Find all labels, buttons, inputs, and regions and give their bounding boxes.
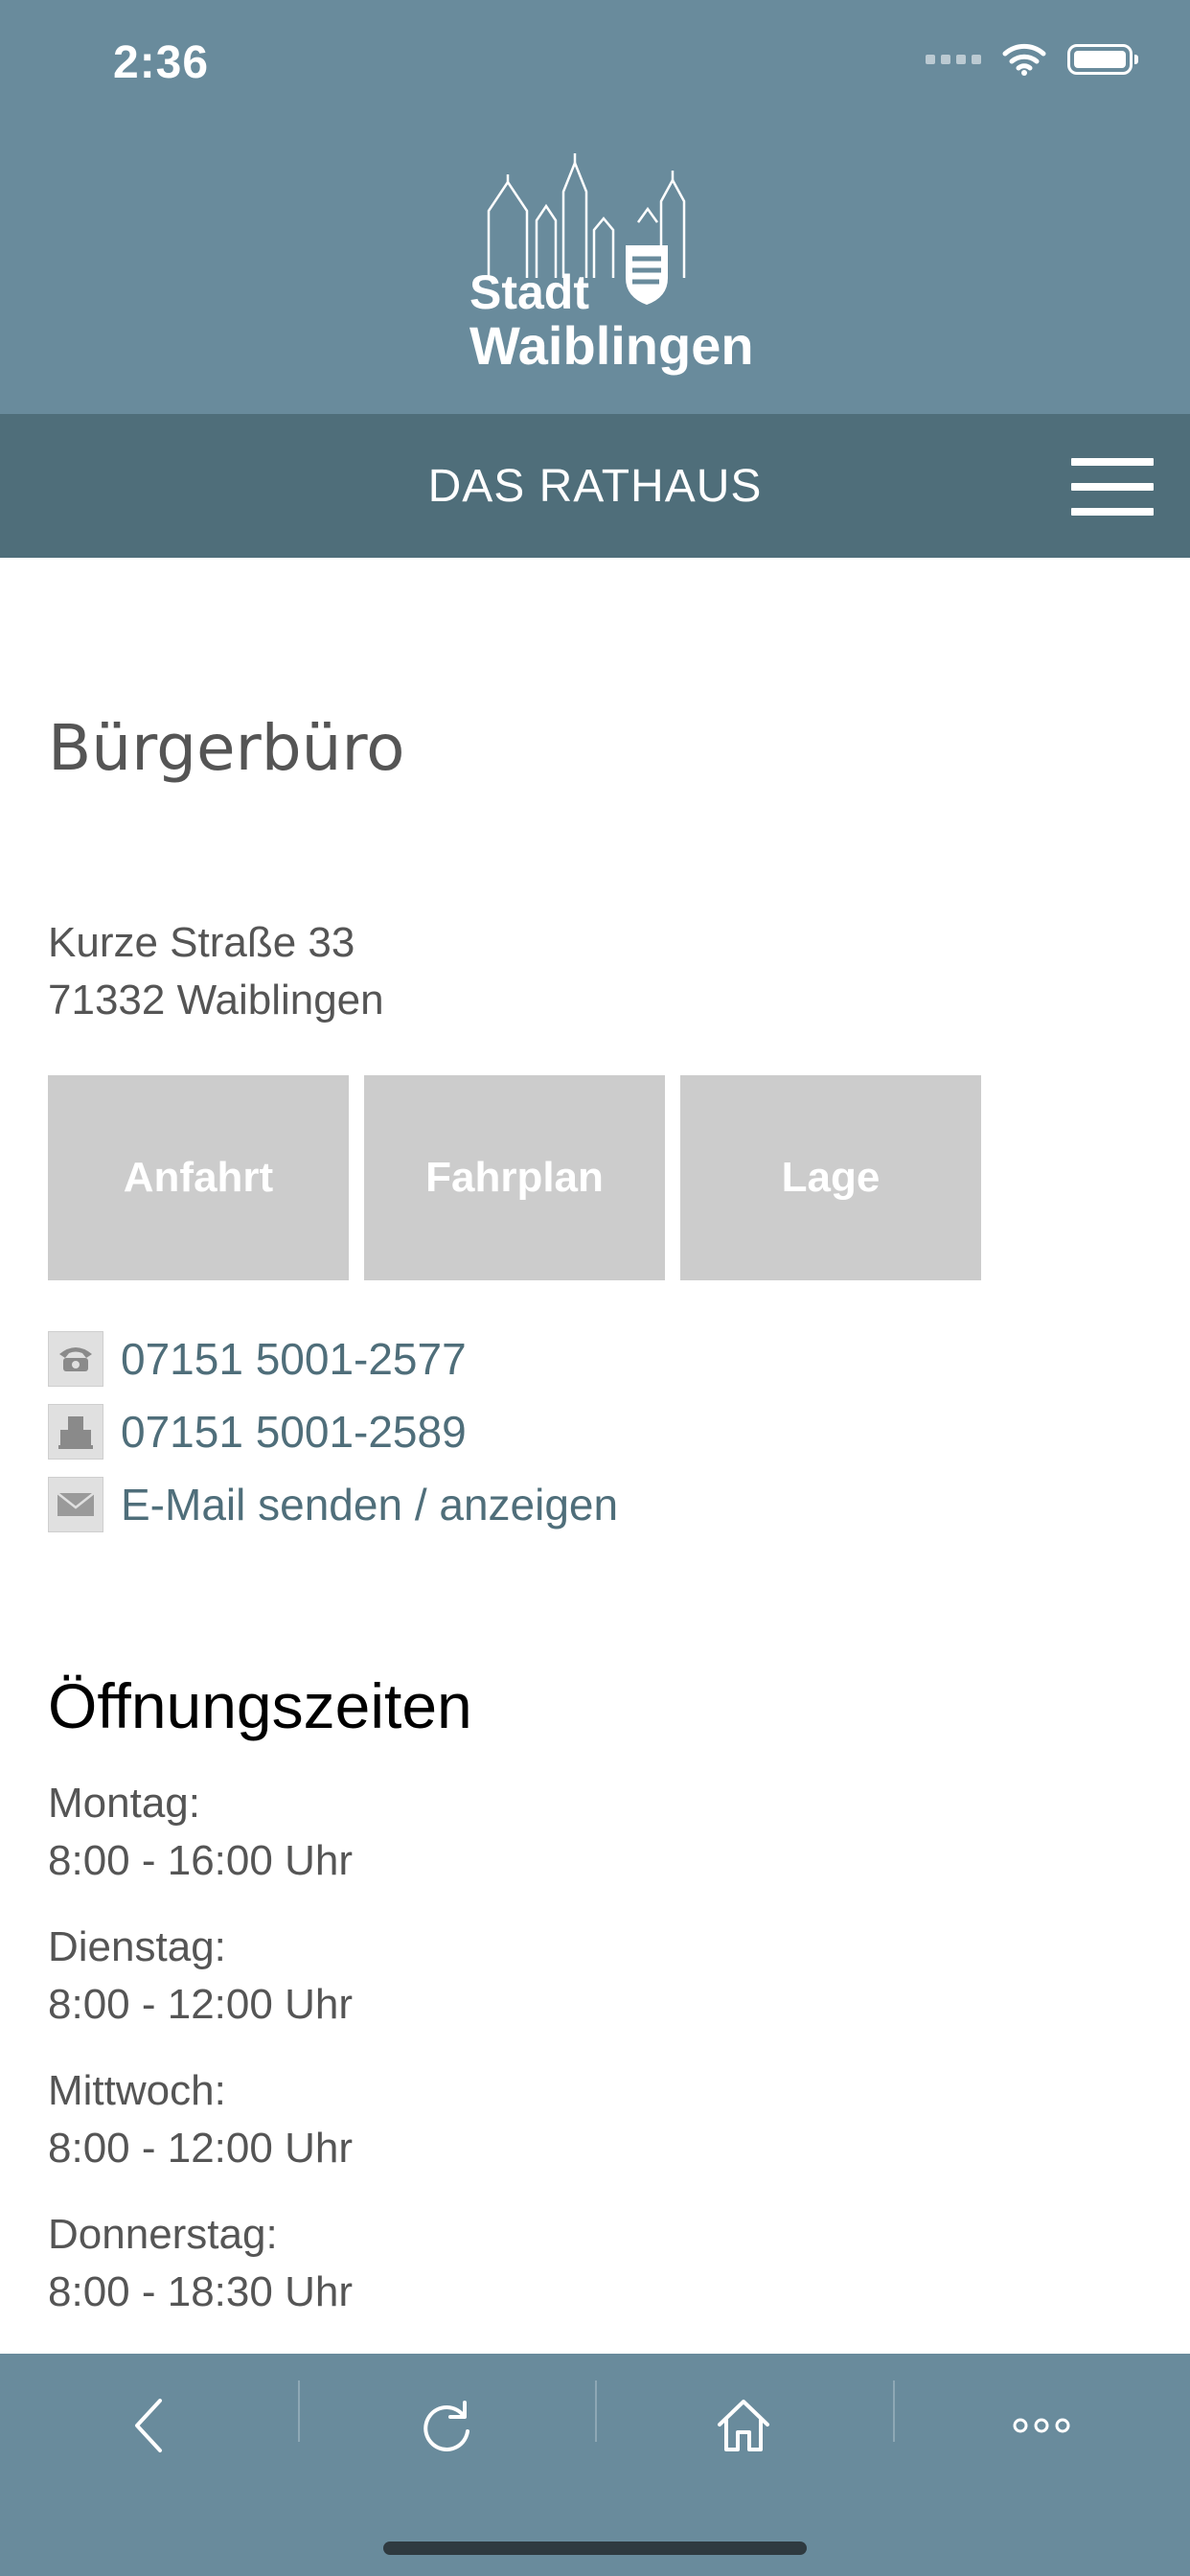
hours-day: Montag:: [48, 1780, 200, 1827]
battery-icon: [1067, 44, 1138, 75]
action-buttons: Anfahrt Fahrplan Lage: [48, 1075, 981, 1280]
hours-entry: Mittwoch: 8:00 - 12:00 Uhr: [48, 2062, 353, 2177]
page-title: Bürgerbüro: [48, 711, 405, 785]
hamburger-menu-button[interactable]: [1071, 458, 1154, 516]
home-indicator[interactable]: [383, 2542, 807, 2555]
back-button[interactable]: [0, 2354, 298, 2497]
hours-entry: Dienstag: 8:00 - 12:00 Uhr: [48, 1919, 353, 2034]
more-button[interactable]: [892, 2354, 1190, 2497]
phone-link[interactable]: 07151 5001-2577: [121, 1333, 467, 1385]
status-icons: [926, 42, 1138, 77]
bottom-toolbar: [0, 2354, 1190, 2576]
hours-day: Dienstag:: [48, 1923, 226, 1970]
logo-text-waiblingen: Waiblingen: [469, 315, 754, 376]
hours-time: 8:00 - 16:00 Uhr: [48, 1837, 353, 1884]
home-button[interactable]: [595, 2354, 893, 2497]
hours-time: 8:00 - 12:00 Uhr: [48, 1981, 353, 2028]
phone-icon: [48, 1331, 103, 1387]
stadt-waiblingen-logo[interactable]: Stadt Waiblingen: [469, 153, 767, 393]
address-street: Kurze Straße 33: [48, 919, 355, 966]
lage-button[interactable]: Lage: [680, 1075, 981, 1280]
chevron-left-icon: [135, 2399, 163, 2452]
hamburger-icon-line: [1071, 458, 1154, 466]
contact-phone-row: 07151 5001-2577: [48, 1322, 618, 1395]
fahrplan-button[interactable]: Fahrplan: [364, 1075, 665, 1280]
hours-day: Donnerstag:: [48, 2211, 278, 2258]
opening-hours-list: Montag: 8:00 - 16:00 Uhr Dienstag: 8:00 …: [48, 1775, 353, 2350]
contact-email-row: E-Mail senden / anzeigen: [48, 1468, 618, 1541]
header-logo-area: Stadt Waiblingen: [0, 134, 1190, 414]
reload-button[interactable]: [297, 2354, 596, 2497]
fax-link[interactable]: 07151 5001-2589: [121, 1406, 467, 1458]
status-bar: 2:36: [0, 0, 1190, 134]
toolbar-buttons: [0, 2354, 1190, 2497]
wifi-icon: [1002, 43, 1046, 76]
address: Kurze Straße 33 71332 Waiblingen: [48, 914, 384, 1029]
reload-icon: [423, 2401, 469, 2451]
logo-text-stadt: Stadt: [469, 265, 589, 319]
contact-fax-row: 07151 5001-2589: [48, 1395, 618, 1468]
hours-day: Mittwoch:: [48, 2067, 226, 2114]
cellular-signal-icon: [926, 55, 981, 64]
status-time: 2:36: [113, 37, 210, 88]
envelope-icon: [48, 1477, 103, 1532]
opening-hours-title: Öffnungszeiten: [48, 1670, 472, 1741]
contact-list: 07151 5001-2577 07151 5001-2589 E-Mail s…: [48, 1322, 618, 1541]
hours-entry: Donnerstag: 8:00 - 18:30 Uhr: [48, 2206, 353, 2321]
nav-title: DAS RATHAUS: [427, 461, 763, 512]
home-icon: [718, 2400, 770, 2451]
hours-time: 8:00 - 18:30 Uhr: [48, 2268, 353, 2315]
hamburger-icon-line: [1071, 483, 1154, 491]
nav-bar: DAS RATHAUS: [0, 414, 1190, 558]
fax-icon: [48, 1404, 103, 1460]
hours-entry: Montag: 8:00 - 16:00 Uhr: [48, 1775, 353, 1890]
more-icon: [1013, 2418, 1070, 2433]
address-city: 71332 Waiblingen: [48, 977, 384, 1024]
hamburger-icon-line: [1071, 508, 1154, 516]
hours-time: 8:00 - 12:00 Uhr: [48, 2125, 353, 2172]
anfahrt-button[interactable]: Anfahrt: [48, 1075, 349, 1280]
email-link[interactable]: E-Mail senden / anzeigen: [121, 1479, 618, 1530]
